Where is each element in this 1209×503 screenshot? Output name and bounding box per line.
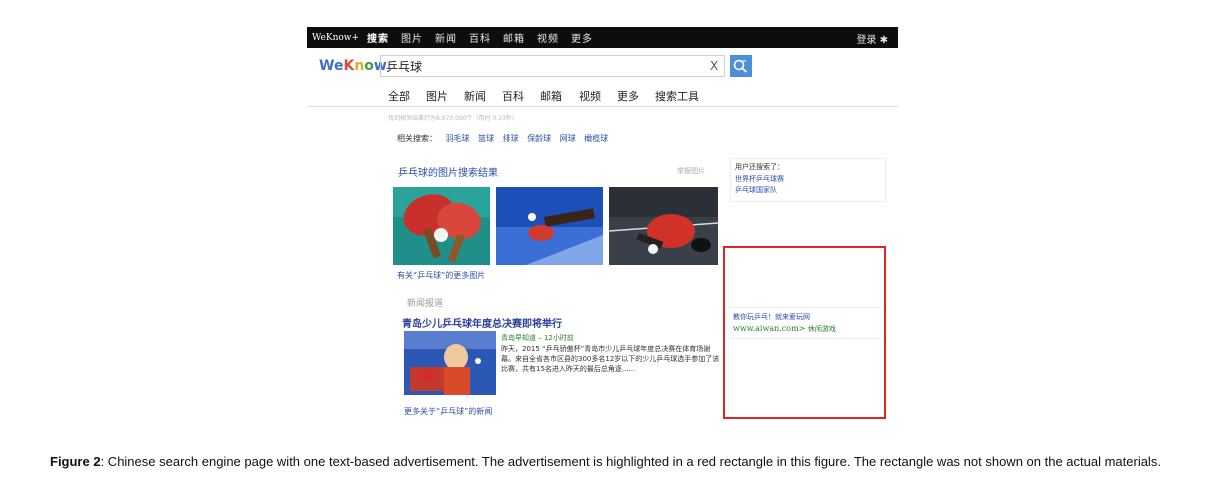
clear-search-button[interactable]: X — [710, 59, 718, 73]
image-result[interactable] — [609, 187, 718, 265]
related-link[interactable]: 排球 — [503, 134, 519, 143]
tab-all[interactable]: 全部 — [388, 88, 410, 104]
logo-part: K — [343, 58, 355, 74]
tab-news[interactable]: 新闻 — [464, 88, 486, 104]
tab-mail[interactable]: 邮箱 — [540, 88, 562, 104]
figure-caption: Figure 2: Chinese search engine page wit… — [50, 455, 1180, 469]
search-tabs: 全部 图片 新闻 百科 邮箱 视频 更多 搜索工具 — [307, 86, 898, 107]
figure-label: Figure 2 — [50, 454, 101, 469]
image-results-title[interactable]: 乒乓球的图片搜索结果 — [398, 164, 498, 179]
result-count: 找到相关结果约为8,970,000个（用时 0.33秒） — [388, 115, 518, 122]
related-link[interactable]: 篮球 — [478, 134, 494, 143]
more-news-link[interactable]: 更多关于“乒乓球”的新闻 — [404, 406, 492, 417]
player-image — [496, 187, 603, 265]
related-searches: 相关搜索： 羽毛球 篮球 排球 保龄球 网球 橄榄球 — [397, 133, 608, 144]
topbar-item-more[interactable]: 更多 — [571, 30, 593, 45]
tab-encyclopedia[interactable]: 百科 — [502, 88, 524, 104]
table-paddle-image — [609, 187, 718, 265]
search-row: WeKnow 乒乓球 X — [307, 53, 898, 83]
tab-more[interactable]: 更多 — [617, 88, 639, 104]
news-title-link[interactable]: 青岛少儿乒乓球年度总决赛即将举行 — [402, 315, 562, 330]
also-searched-box: 用户还搜索了： 世界杯乒乓球赛 乒乓球国家队 — [730, 158, 886, 202]
figure-caption-text: : Chinese search engine page with one te… — [100, 454, 1161, 469]
search-icon — [733, 59, 748, 73]
news-photo — [404, 331, 496, 395]
topbar-item-images[interactable]: 图片 — [401, 30, 423, 45]
search-screenshot: WeKnow+ 搜索 图片 新闻 百科 邮箱 视频 更多 登录 ✱ WeKnow… — [307, 27, 898, 425]
news-section-label: 新闻报道 — [407, 299, 444, 309]
topbar-item-search[interactable]: 搜索 — [367, 30, 389, 45]
also-searched-link[interactable]: 乒乓球国家队 — [735, 185, 777, 195]
related-link[interactable]: 羽毛球 — [446, 134, 470, 143]
news-image[interactable] — [404, 331, 496, 395]
topbar-item-encyclopedia[interactable]: 百科 — [469, 30, 491, 45]
tab-images[interactable]: 图片 — [426, 88, 448, 104]
news-source[interactable]: 青岛早知道 – 12小时前 — [501, 333, 574, 343]
tab-search-tools[interactable]: 搜索工具 — [655, 88, 699, 104]
related-link[interactable]: 橄榄球 — [584, 134, 608, 143]
topbar-item-mail[interactable]: 邮箱 — [503, 30, 525, 45]
report-images-link[interactable]: 举报图片 — [677, 166, 705, 176]
also-searched-title: 用户还搜索了： — [735, 163, 784, 171]
tab-video[interactable]: 视频 — [579, 88, 601, 104]
paddle-image — [393, 187, 490, 265]
weknow-logo[interactable]: WeKnow — [319, 58, 387, 74]
more-images-link[interactable]: 有关“乒乓球”的更多图片 — [397, 270, 485, 281]
topbar-item-news[interactable]: 新闻 — [435, 30, 457, 45]
image-result[interactable] — [496, 187, 603, 265]
topbar-item-video[interactable]: 视频 — [537, 30, 559, 45]
search-input[interactable]: 乒乓球 — [380, 55, 725, 77]
logo-part: We — [319, 58, 344, 74]
logo-part: n — [354, 58, 365, 74]
search-button[interactable] — [730, 55, 752, 77]
login-link[interactable]: 登录 ✱ — [856, 31, 888, 46]
ad-highlight-rectangle — [723, 246, 886, 419]
news-snippet: 昨天，2015 “乒乓骄傲杯”青岛市少儿乒乓球年度总决赛在体育场谢幕。来自全省各… — [501, 345, 720, 373]
topbar-brand[interactable]: WeKnow+ — [312, 33, 359, 43]
related-link[interactable]: 保龄球 — [527, 134, 551, 143]
related-link[interactable]: 网球 — [560, 134, 576, 143]
image-result[interactable] — [393, 187, 490, 265]
logo-part: o — [364, 58, 374, 74]
related-label: 相关搜索： — [397, 134, 437, 143]
also-searched-link[interactable]: 世界杯乒乓球赛 — [735, 174, 784, 184]
top-nav-bar: WeKnow+ 搜索 图片 新闻 百科 邮箱 视频 更多 登录 ✱ — [307, 27, 898, 48]
